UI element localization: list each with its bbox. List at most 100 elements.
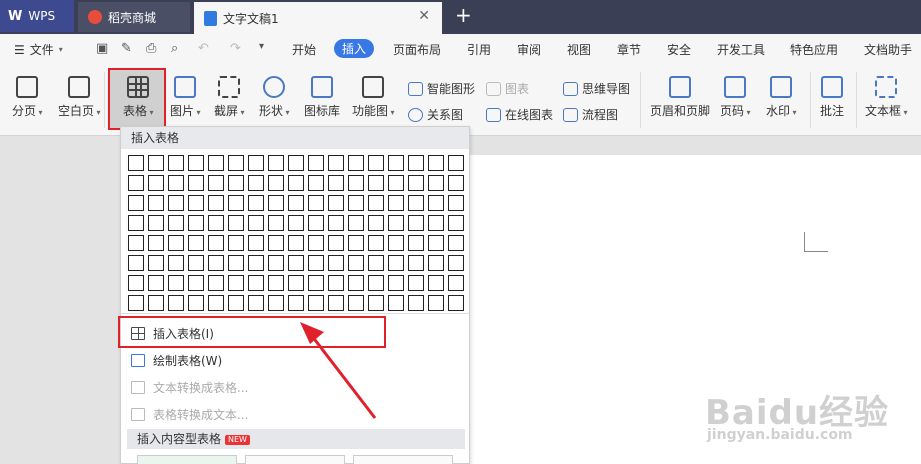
table-grid-cell[interactable] [168,195,184,211]
table-grid-cell[interactable] [328,275,344,291]
table-grid-cell[interactable] [268,275,284,291]
table-grid-cell[interactable] [308,255,324,271]
table-grid-cell[interactable] [408,195,424,211]
table-grid-cell[interactable] [288,275,304,291]
table-grid-cell[interactable] [208,275,224,291]
table-grid-cell[interactable] [188,155,204,171]
table-grid-cell[interactable] [288,295,304,311]
table-grid-cell[interactable] [328,255,344,271]
table-grid-cell[interactable] [428,295,444,311]
text-to-table-item[interactable]: 文本转换成表格... [131,379,248,396]
table-grid-cell[interactable] [168,155,184,171]
table-grid-cell[interactable] [408,275,424,291]
table-grid-cell[interactable] [248,155,264,171]
table-grid-cell[interactable] [428,255,444,271]
table-grid-cell[interactable] [348,235,364,251]
relation-chart-button[interactable]: 关系图 [408,106,463,123]
table-grid-cell[interactable] [448,255,464,271]
table-grid-cell[interactable] [148,235,164,251]
table-grid-cell[interactable] [168,295,184,311]
content-table-thumbnail[interactable] [137,455,237,464]
page-break-button[interactable]: 分页 [12,76,43,119]
table-grid-cell[interactable] [248,295,264,311]
table-grid-cell[interactable] [208,155,224,171]
table-grid-cell[interactable] [128,195,144,211]
table-grid-cell[interactable] [308,195,324,211]
table-grid-cell[interactable] [228,235,244,251]
table-grid-cell[interactable] [308,275,324,291]
flow-chart-button[interactable]: 流程图 [563,106,618,123]
draw-table-item[interactable]: 绘制表格(W) [131,352,222,369]
table-grid-cell[interactable] [168,215,184,231]
watermark-button[interactable]: 水印 [766,76,797,119]
smart-graphic-button[interactable]: 智能图形 [408,80,475,97]
new-tab-button[interactable]: + [455,4,472,26]
page-number-button[interactable]: 页码 [720,76,751,119]
table-grid-cell[interactable] [288,215,304,231]
table-grid-cell[interactable] [328,155,344,171]
table-grid-cell[interactable] [408,235,424,251]
table-grid-cell[interactable] [368,295,384,311]
table-grid-cell[interactable] [248,215,264,231]
table-grid-cell[interactable] [188,255,204,271]
text-box-button[interactable]: 文本框 [865,76,908,119]
table-grid-cell[interactable] [408,155,424,171]
table-grid-cell[interactable] [148,155,164,171]
tab-review[interactable]: 审阅 [517,41,541,58]
tab-references[interactable]: 引用 [467,41,491,58]
table-grid-cell[interactable] [348,215,364,231]
table-grid-cell[interactable] [168,235,184,251]
table-grid-cell[interactable] [388,215,404,231]
table-grid-cell[interactable] [408,295,424,311]
table-grid-cell[interactable] [368,155,384,171]
picture-button[interactable]: 图片 [170,76,201,119]
table-grid-cell[interactable] [228,195,244,211]
table-grid-cell[interactable] [228,215,244,231]
table-grid-cell[interactable] [328,295,344,311]
close-tab-icon[interactable]: ✕ [418,8,430,24]
table-grid-cell[interactable] [128,235,144,251]
tab-view[interactable]: 视图 [567,41,591,58]
undo-icon[interactable]: ↶ [198,41,209,56]
table-grid-cell[interactable] [168,255,184,271]
table-grid-cell[interactable] [328,235,344,251]
online-chart-button[interactable]: 在线图表 [486,106,553,123]
table-grid-cell[interactable] [308,235,324,251]
table-grid-cell[interactable] [128,215,144,231]
table-grid-cell[interactable] [248,255,264,271]
table-grid-cell[interactable] [328,175,344,191]
table-grid-cell[interactable] [348,295,364,311]
table-grid-cell[interactable] [448,175,464,191]
table-grid-cell[interactable] [348,275,364,291]
table-grid-cell[interactable] [308,175,324,191]
tab-wps-home[interactable]: W WPS [0,0,74,32]
table-grid-cell[interactable] [388,295,404,311]
shape-button[interactable]: 形状 [259,76,290,119]
table-grid-cell[interactable] [428,275,444,291]
table-grid-cell[interactable] [148,255,164,271]
format-painter-icon[interactable]: ✎ [121,41,132,56]
table-grid-cell[interactable] [308,215,324,231]
table-grid-cell[interactable] [268,295,284,311]
table-grid-cell[interactable] [148,275,164,291]
table-grid-cell[interactable] [428,215,444,231]
table-grid-cell[interactable] [208,295,224,311]
table-grid-cell[interactable] [408,255,424,271]
table-grid-cell[interactable] [188,175,204,191]
table-grid-cell[interactable] [268,155,284,171]
save-icon[interactable]: ▣ [96,41,108,56]
table-grid-cell[interactable] [388,195,404,211]
tab-chapter[interactable]: 章节 [617,41,641,58]
table-grid-cell[interactable] [368,255,384,271]
table-grid-cell[interactable] [268,175,284,191]
tab-document[interactable]: 文字文稿1 ✕ [194,2,442,34]
screenshot-button[interactable]: 截屏 [214,76,245,119]
table-grid-cell[interactable] [208,255,224,271]
table-grid-cell[interactable] [188,235,204,251]
table-grid-cell[interactable] [288,195,304,211]
quick-access-more-icon[interactable]: ▾ [259,41,264,52]
table-grid-cell[interactable] [248,195,264,211]
table-grid-cell[interactable] [428,175,444,191]
table-grid-cell[interactable] [208,235,224,251]
blank-page-button[interactable]: 空白页 [58,76,101,119]
